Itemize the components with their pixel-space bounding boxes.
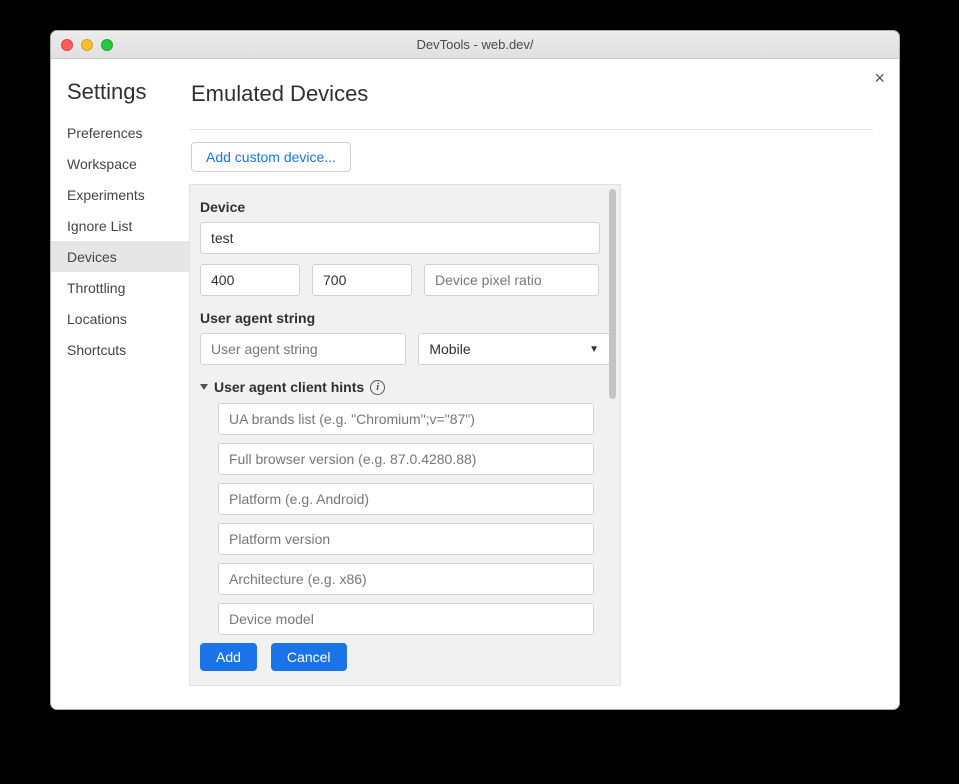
zoom-window-button[interactable] (101, 39, 113, 51)
page-title: Emulated Devices (189, 81, 873, 130)
sidebar-item-throttling[interactable]: Throttling (51, 272, 189, 303)
sidebar-item-experiments[interactable]: Experiments (51, 179, 189, 210)
sidebar-item-workspace[interactable]: Workspace (51, 148, 189, 179)
ua-section-label: User agent string (200, 306, 610, 333)
ua-brands-input[interactable] (218, 403, 594, 435)
device-model-input[interactable] (218, 603, 594, 635)
disclosure-triangle-icon (200, 384, 208, 390)
device-section-label: Device (200, 195, 610, 222)
user-agent-type-value: Mobile (429, 341, 470, 357)
sidebar-item-devices[interactable]: Devices (51, 241, 189, 272)
sidebar-item-ignore-list[interactable]: Ignore List (51, 210, 189, 241)
cancel-button[interactable]: Cancel (271, 643, 347, 671)
chevron-down-icon: ▼ (589, 344, 599, 355)
settings-sidebar: Settings Preferences Workspace Experimen… (51, 59, 189, 709)
user-agent-type-select[interactable]: Mobile ▼ (418, 333, 610, 365)
sidebar-item-locations[interactable]: Locations (51, 303, 189, 334)
device-width-input[interactable] (200, 264, 300, 296)
minimize-window-button[interactable] (81, 39, 93, 51)
toolbar: Add custom device... (189, 130, 899, 184)
client-hints-toggle[interactable]: User agent client hints i (200, 375, 610, 403)
device-name-input[interactable] (200, 222, 600, 254)
close-icon[interactable]: × (874, 69, 885, 87)
device-height-input[interactable] (312, 264, 412, 296)
close-window-button[interactable] (61, 39, 73, 51)
user-agent-input[interactable] (200, 333, 406, 365)
device-pixel-ratio-input[interactable] (424, 264, 599, 296)
main-pane: Emulated Devices Add custom device... De… (189, 59, 899, 709)
app-window: DevTools - web.dev/ × Settings Preferenc… (50, 30, 900, 710)
platform-input[interactable] (218, 483, 594, 515)
sidebar-item-preferences[interactable]: Preferences (51, 117, 189, 148)
client-hints-label: User agent client hints (214, 379, 364, 395)
platform-version-input[interactable] (218, 523, 594, 555)
info-icon[interactable]: i (370, 380, 385, 395)
sidebar-title: Settings (51, 77, 189, 117)
full-browser-version-input[interactable] (218, 443, 594, 475)
sidebar-item-shortcuts[interactable]: Shortcuts (51, 334, 189, 365)
scrollbar-thumb[interactable] (609, 189, 616, 399)
client-hints-group (200, 403, 610, 635)
window-controls (51, 39, 113, 51)
titlebar: DevTools - web.dev/ (51, 31, 899, 59)
add-button[interactable]: Add (200, 643, 257, 671)
scrollbar[interactable] (609, 189, 616, 681)
device-editor-form: Device User agent string Mobile ▼ (189, 184, 621, 686)
add-custom-device-button[interactable]: Add custom device... (191, 142, 351, 172)
architecture-input[interactable] (218, 563, 594, 595)
window-title: DevTools - web.dev/ (51, 37, 899, 52)
settings-panel: × Settings Preferences Workspace Experim… (51, 59, 899, 709)
